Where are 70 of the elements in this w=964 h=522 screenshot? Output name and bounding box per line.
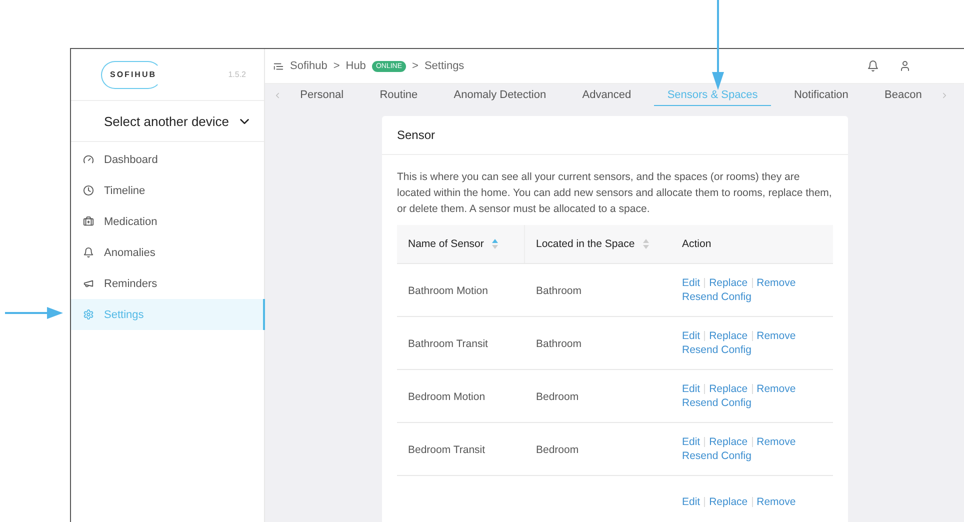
action-link[interactable]: Remove (756, 330, 796, 342)
table-cell-text: Bedroom Transit (407, 444, 486, 456)
table-cell-text: Bathroom Motion (407, 285, 488, 297)
breadcrumb-item[interactable]: Settings (424, 60, 464, 72)
medical-kit-icon (83, 216, 94, 227)
breadcrumb-item: > (412, 60, 418, 72)
right-arrow (5, 307, 63, 319)
menu-icon[interactable] (273, 60, 284, 72)
sort-icon[interactable] (642, 239, 649, 249)
description-text: This is where you can see all your current sensors, and the spaces (or rooms) they are located within the home. You can add new sensors and allocate them to rooms, replace them, or delete them. A sensor must be allocated to a space. (396, 170, 833, 217)
tab[interactable]: Notification (780, 84, 862, 106)
sidebar-item-label: Timeline (104, 184, 146, 196)
action-link[interactable]: Edit (682, 436, 700, 448)
action-link[interactable]: Replace (709, 277, 748, 289)
action-link[interactable]: Remove (756, 383, 796, 395)
action-link[interactable]: Edit (682, 383, 700, 395)
table-cell-text: Bathroom Transit (407, 338, 488, 350)
action-link[interactable]: Remove (756, 496, 796, 508)
tab[interactable]: Advanced (569, 84, 644, 106)
sidebar-item[interactable]: Reminders (71, 268, 265, 299)
sidebar-item-label: Dashboard (104, 154, 158, 166)
table-cell-text: Bedroom Motion (407, 391, 486, 403)
tab[interactable]: Personal (287, 84, 357, 106)
card-title: Sensor (382, 116, 848, 155)
column-header-label: Name of Sensor (408, 238, 484, 250)
tab[interactable]: Anomaly Detection (440, 84, 560, 106)
table-cell-text: Bedroom (535, 444, 579, 456)
action-link[interactable]: Resend Config (682, 397, 752, 409)
action-link[interactable]: Resend Config (682, 291, 752, 303)
bell-icon[interactable] (867, 60, 879, 72)
sidebar-item[interactable]: Dashboard (71, 144, 265, 175)
action-link[interactable]: Edit (682, 277, 700, 289)
breadcrumb-item[interactable]: Hub (346, 60, 366, 72)
action-link[interactable]: Replace (709, 436, 748, 448)
chevron-left-icon[interactable] (273, 90, 282, 100)
breadcrumb-item: > (333, 60, 340, 72)
action-link[interactable]: Replace (709, 330, 748, 342)
action-link[interactable]: Replace (709, 383, 748, 395)
sidebar-item[interactable]: Settings (71, 299, 265, 330)
bell-icon (83, 247, 94, 258)
action-link[interactable]: Remove (756, 277, 796, 289)
device-select[interactable]: Select another device (71, 101, 264, 142)
table-cell-text: Bedroom (535, 391, 579, 403)
breadcrumb-item[interactable]: Sofihub (290, 60, 328, 72)
sidebar-item[interactable]: Medication (71, 206, 265, 237)
settings-icon (83, 309, 94, 320)
megaphone-icon (83, 278, 94, 289)
sidebar-item-label: Anomalies (104, 246, 156, 258)
version-label: 1.5.2 (228, 70, 246, 79)
action-link[interactable]: Resend Config (682, 450, 752, 462)
sidebar-item-label: Settings (104, 308, 144, 320)
action-link[interactable]: Edit (682, 330, 700, 342)
sidebar-item[interactable]: Anomalies (71, 237, 265, 268)
action-link[interactable]: Replace (709, 496, 748, 508)
column-header-label: Action (682, 238, 712, 250)
action-link[interactable]: Edit (682, 496, 700, 508)
action-link[interactable]: Resend Config (682, 344, 752, 356)
sidebar-item-label: Medication (104, 216, 158, 228)
sidebar-item[interactable]: Timeline (71, 175, 265, 206)
user-icon[interactable] (899, 60, 911, 72)
clock-icon (83, 185, 94, 196)
table-cell-text: Bathroom (535, 338, 582, 350)
tab[interactable]: Routine (366, 84, 431, 106)
tab[interactable]: Beacon (872, 84, 935, 106)
action-link[interactable]: Remove (756, 436, 796, 448)
column-header-label: Located in the Space (536, 238, 635, 250)
gauge-icon (83, 154, 94, 165)
sort-icon[interactable] (492, 239, 498, 249)
table-cell-text: Bathroom (535, 285, 582, 297)
sidebar-item-label: Reminders (104, 278, 158, 290)
